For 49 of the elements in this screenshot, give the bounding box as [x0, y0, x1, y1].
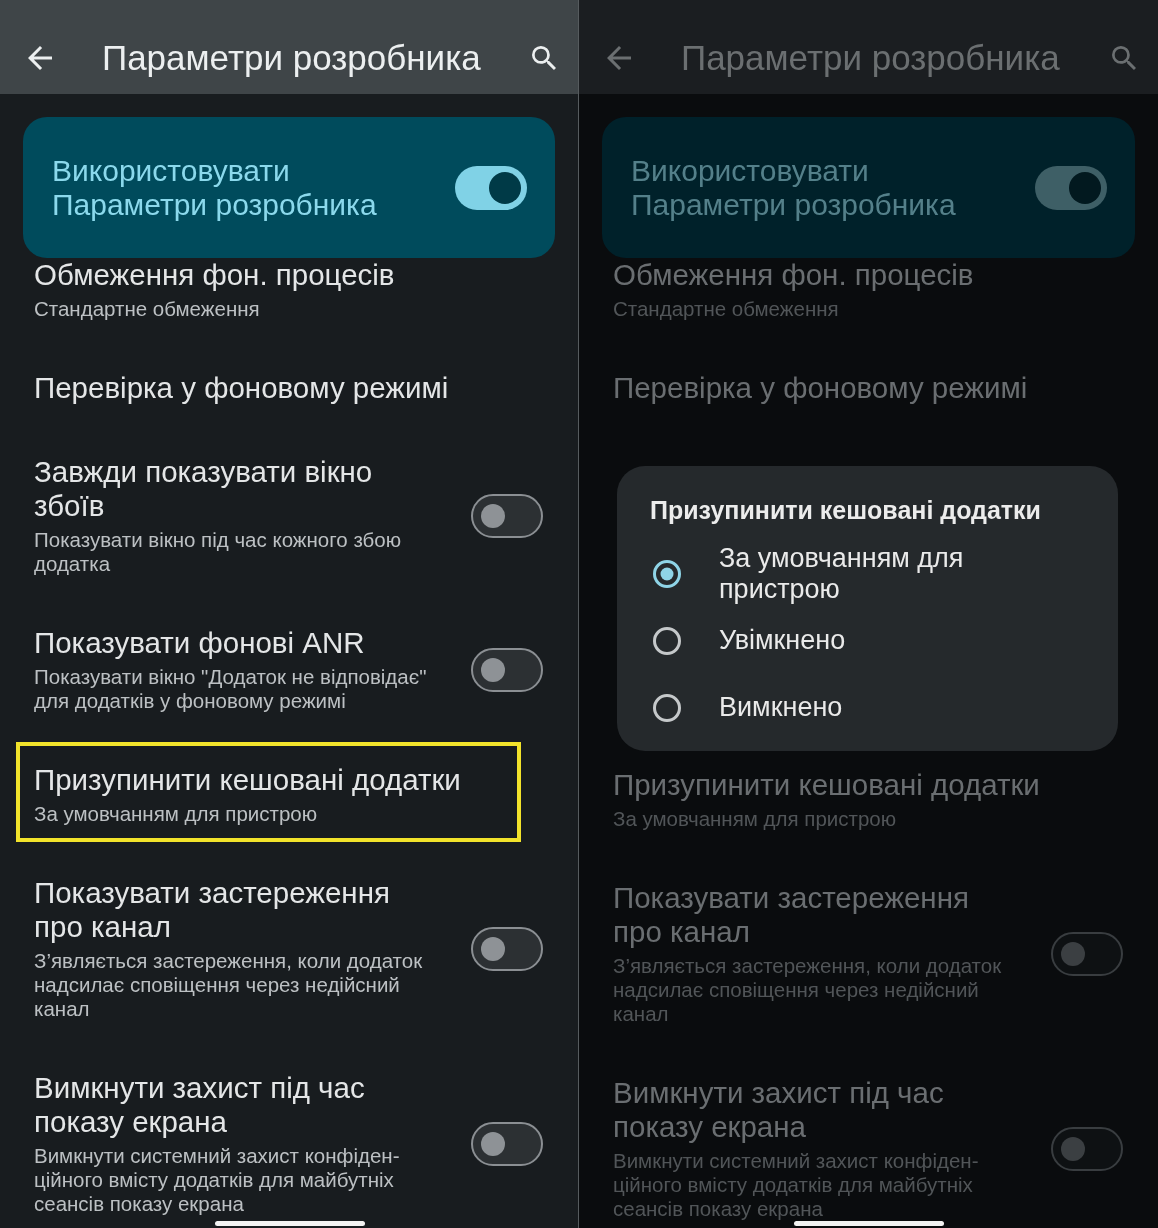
option-label[interactable]: Вимкнено [719, 692, 843, 723]
setting-summary: Стандартне обмеження [34, 297, 261, 321]
toggle-switch[interactable] [1035, 165, 1107, 210]
master-switch-card[interactable]: Використовувати Параметри розробника [602, 117, 1135, 258]
toggle-switch[interactable] [1051, 931, 1123, 976]
screen-title: Параметри розробника [102, 38, 482, 78]
setting-summary: За умовчанням для пристрою [613, 807, 898, 831]
toggle-switch[interactable] [455, 165, 527, 210]
toggle-switch[interactable] [1051, 1126, 1123, 1171]
setting-summary: За умовчанням для пристрою [34, 802, 319, 826]
screen-title: Параметри розробника [681, 38, 1061, 78]
search-icon[interactable] [1112, 46, 1136, 70]
navigation-handle[interactable] [215, 1221, 365, 1226]
setting-summary: З’являється застереження, коли додаток надсилає сповіщення через недійсний канал [613, 954, 1003, 1026]
radio-button[interactable] [653, 626, 681, 655]
toggle-switch[interactable] [471, 926, 543, 971]
toggle-switch[interactable] [471, 647, 543, 692]
setting-title[interactable]: Перевірка у фоновому режимі [34, 371, 543, 405]
master-switch-card[interactable]: Використовувати Параметри розробника [23, 117, 555, 258]
setting-title[interactable]: Призупинити кешовані додатки [613, 768, 1123, 802]
setting-title[interactable]: Призупинити кешовані додатки [34, 763, 517, 797]
radio-button[interactable] [653, 693, 681, 722]
setting-title[interactable]: Показувати фонові ANR [34, 626, 439, 660]
setting-title[interactable]: Обмеження фон. процесів [613, 258, 1123, 292]
setting-title[interactable]: Обмеження фон. процесів [34, 258, 543, 292]
toggle-switch[interactable] [471, 493, 543, 538]
setting-title[interactable]: Показувати застереження про канал [34, 876, 439, 944]
setting-summary: З’являється застереження, коли додаток надсилає сповіщення через недійсний канал [34, 949, 424, 1021]
setting-summary: Стандартне обмеження [613, 297, 840, 321]
master-switch-label[interactable]: Використовувати Параметри розробника [52, 153, 422, 222]
option-label[interactable]: За умовчанням для пристрою [719, 542, 1019, 605]
setting-title[interactable]: Перевірка у фоновому режимі [613, 371, 1123, 405]
setting-title[interactable]: Показувати застереження про канал [613, 881, 1018, 949]
toggle-switch[interactable] [471, 1121, 543, 1166]
back-arrow-icon[interactable] [607, 46, 631, 70]
setting-title[interactable]: Вимкнути захист під час показу екрана [613, 1076, 1018, 1144]
dialog-title: Призупинити кешовані додатки [649, 495, 1042, 525]
radio-button[interactable] [653, 559, 681, 588]
search-icon[interactable] [532, 46, 556, 70]
setting-summary: Вимкнути системний захист конфіден-ційного вмісту додатків для майбутніх сеансів показу екрана [34, 1144, 401, 1216]
option-label[interactable]: Увімкнено [719, 625, 846, 656]
navigation-handle[interactable] [794, 1221, 944, 1226]
setting-summary: Показувати вікно під час кожного збою додатка [34, 528, 403, 576]
back-arrow-icon[interactable] [28, 46, 52, 70]
master-switch-label[interactable]: Використовувати Параметри розробника [631, 153, 1001, 222]
setting-summary: Вимкнути системний захист конфіден-ційного вмісту додатків для майбутніх сеансів показу екрана [613, 1149, 980, 1221]
setting-title[interactable]: Завжди показувати вікно збоїв [34, 455, 439, 523]
setting-title[interactable]: Вимкнути захист під час показу екрана [34, 1071, 439, 1139]
setting-summary: Показувати вікно "Додаток не відповідає" для додатків у фоновому режимі [34, 665, 428, 713]
